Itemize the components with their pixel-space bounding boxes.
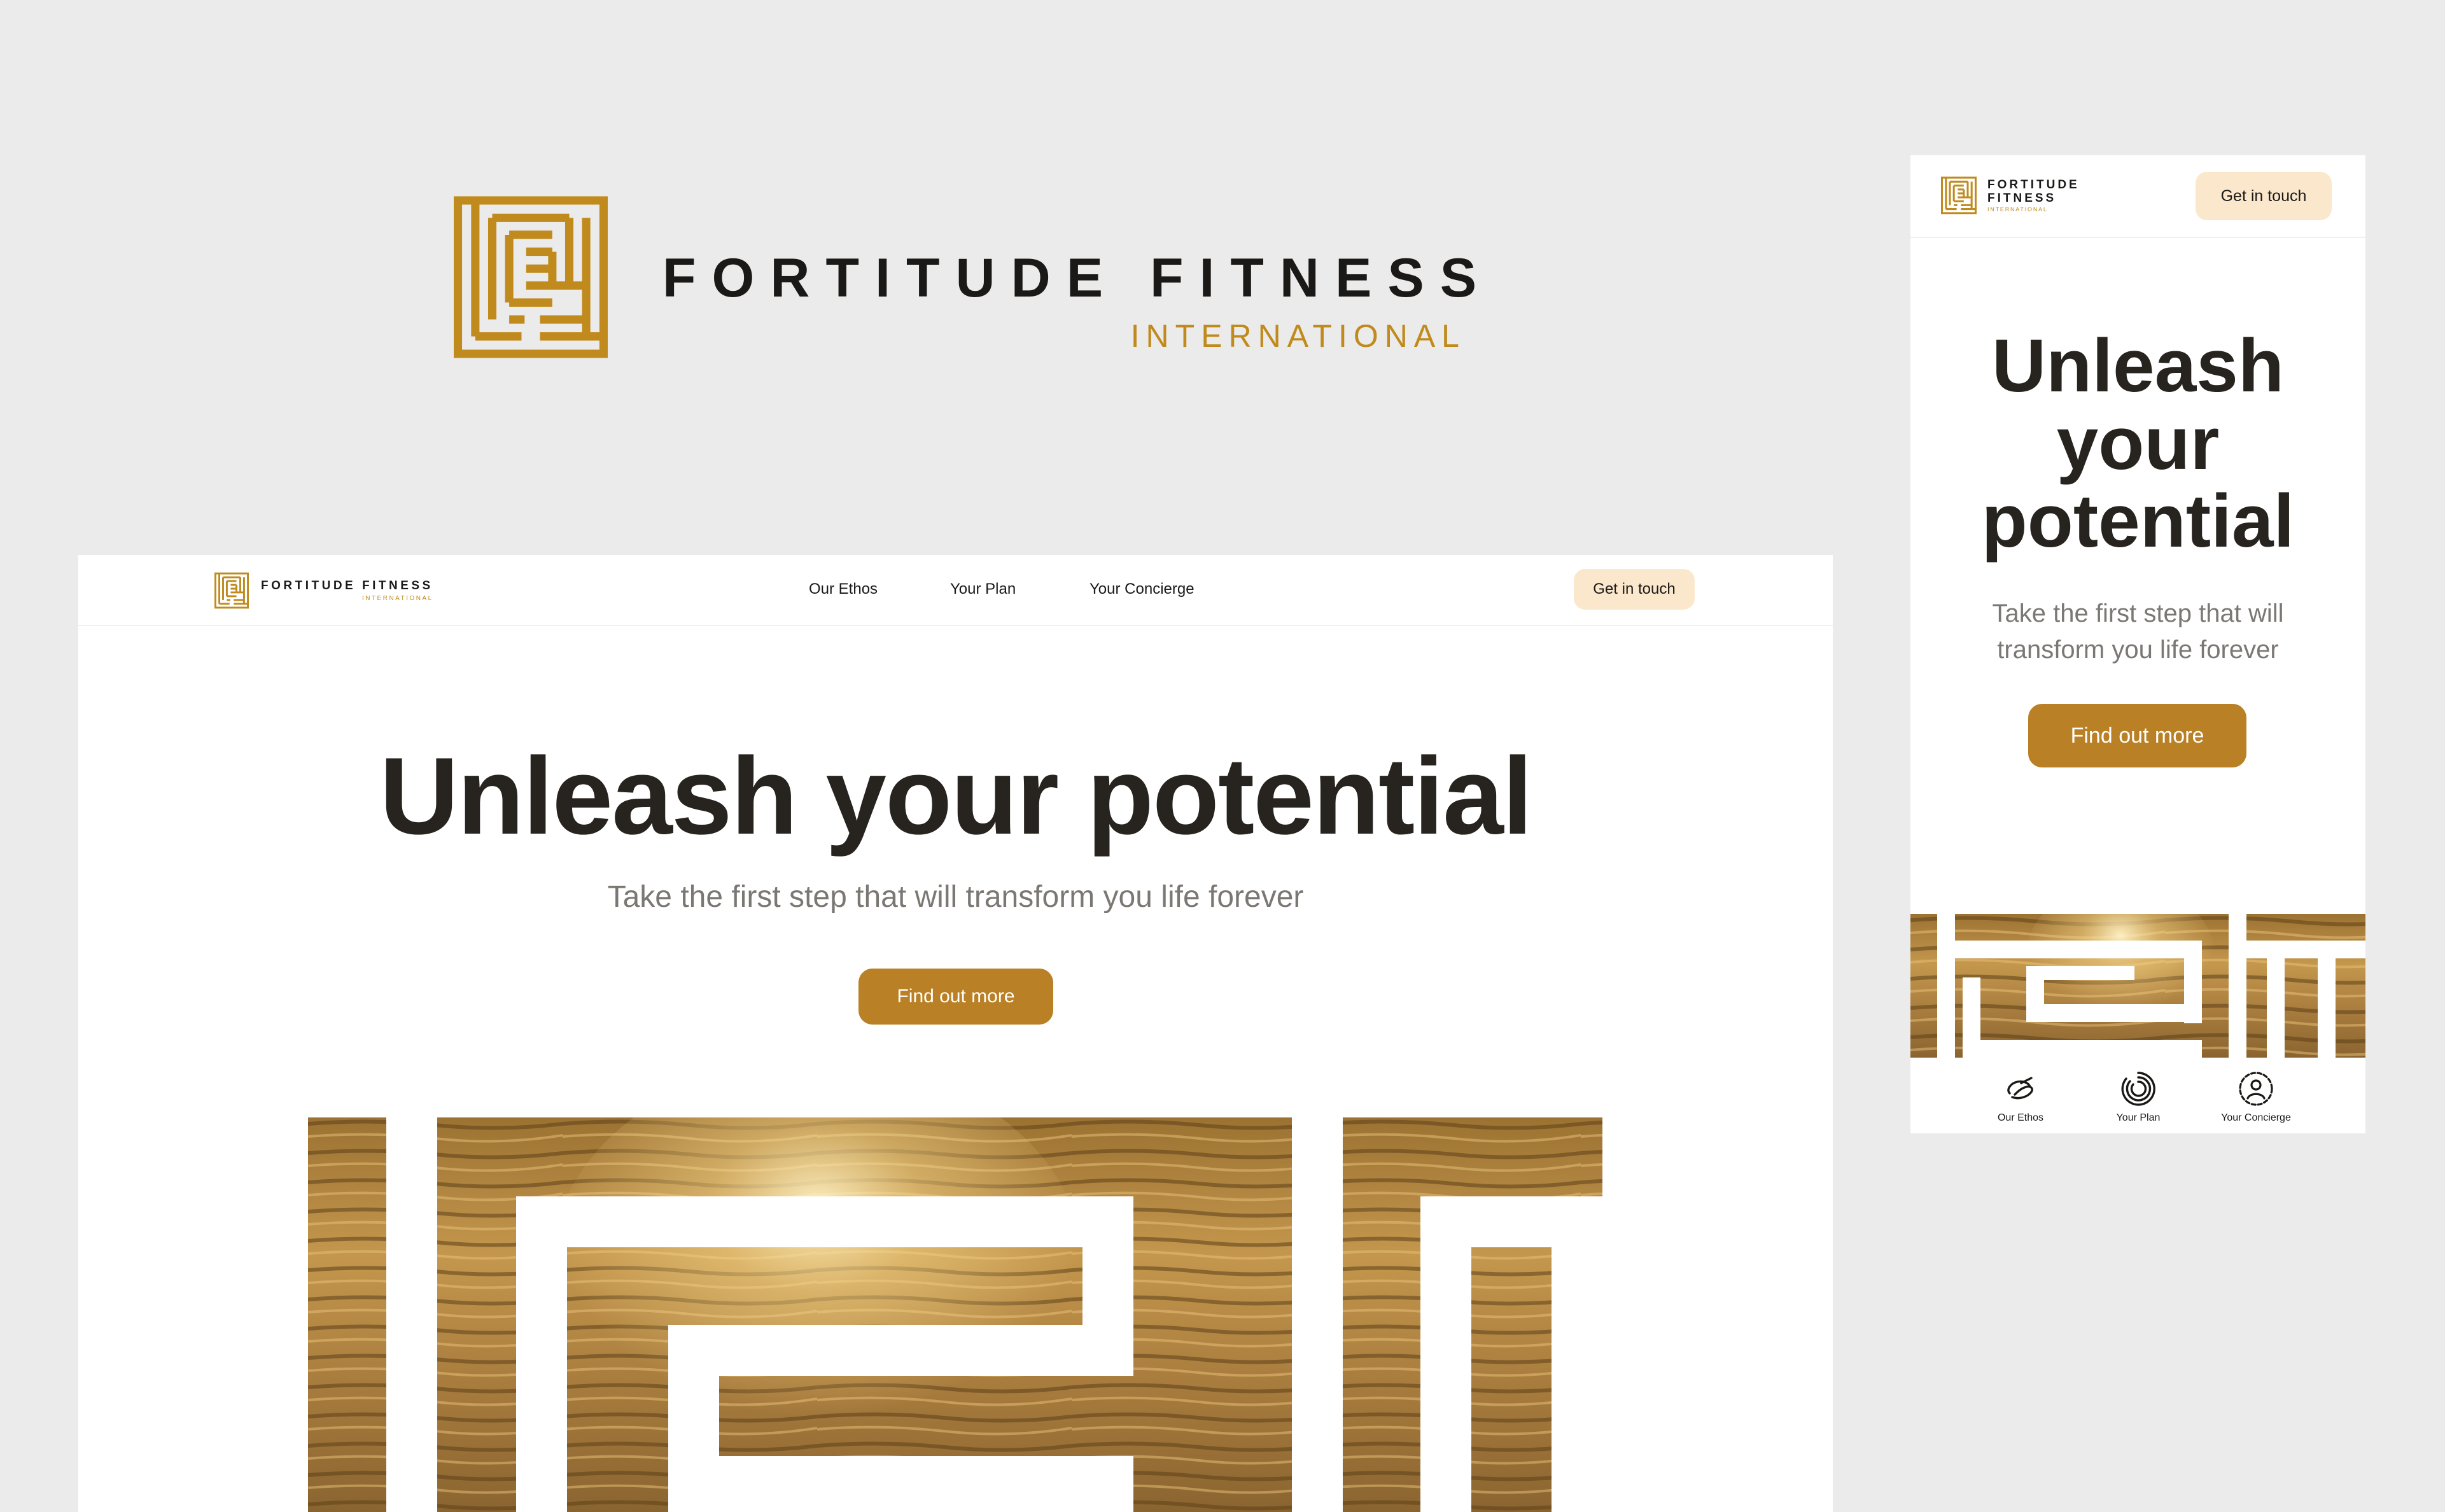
brand-subtitle: INTERNATIONAL — [1130, 318, 1466, 354]
nav-link-our-ethos[interactable]: Our Ethos — [809, 580, 878, 598]
fortitude-maze-logo-icon — [1941, 176, 1977, 214]
tab-label: Your Concierge — [2221, 1112, 2291, 1123]
mobile-logo[interactable]: FORTITUDE FITNESS INTERNATIONAL — [1941, 176, 2080, 214]
tab-your-concierge[interactable]: Your Concierge — [2205, 1070, 2307, 1124]
hero-image — [1910, 914, 2365, 1058]
logo-name-line1: FORTITUDE — [1987, 178, 2080, 192]
find-out-more-button[interactable]: Find out more — [2028, 704, 2246, 767]
nav-link-your-concierge[interactable]: Your Concierge — [1089, 580, 1194, 598]
desktop-mockup: FORTITUDE FITNESS INTERNATIONAL Our Etho… — [78, 555, 1833, 1512]
mobile-navbar: FORTITUDE FITNESS INTERNATIONAL Get in t… — [1910, 155, 2365, 238]
tab-your-plan[interactable]: Your Plan — [2087, 1070, 2189, 1124]
mobile-tab-bar: Our Ethos Your Plan Your Concierge — [1910, 1058, 2365, 1133]
nav-link-your-plan[interactable]: Your Plan — [950, 580, 1016, 598]
concierge-person-icon — [2238, 1070, 2274, 1107]
hero-subtitle: Take the first step that will transform … — [607, 880, 1304, 914]
tab-our-ethos[interactable]: Our Ethos — [1970, 1070, 2071, 1124]
logo-name-line2: FITNESS — [1987, 192, 2057, 205]
hero-subtitle: Take the first step that will transform … — [1992, 599, 2284, 664]
get-in-touch-button[interactable]: Get in touch — [1574, 569, 1695, 610]
hero-image — [308, 1117, 1602, 1512]
logo-name: FORTITUDE FITNESS — [261, 579, 433, 592]
desktop-navbar: FORTITUDE FITNESS INTERNATIONAL Our Etho… — [78, 555, 1833, 626]
get-in-touch-button[interactable]: Get in touch — [2196, 172, 2332, 220]
hero-title: Unleash your potential — [379, 735, 1532, 857]
find-out-more-button[interactable]: Find out more — [858, 969, 1053, 1025]
fortitude-maze-logo-icon — [214, 572, 249, 609]
mobile-mockup: FORTITUDE FITNESS INTERNATIONAL Get in t… — [1910, 155, 2365, 1133]
fortitude-maze-logo-icon — [454, 196, 608, 358]
tab-label: Our Ethos — [1997, 1112, 2044, 1123]
brand-lockup: FORTITUDE FITNESS INTERNATIONAL — [454, 196, 1476, 358]
tab-label: Your Plan — [2116, 1112, 2161, 1123]
brand-name: FORTITUDE FITNESS — [662, 248, 1493, 309]
plan-spiral-icon — [2120, 1070, 2157, 1107]
hero-title: Unleash your potential — [1981, 324, 2295, 563]
desktop-logo[interactable]: FORTITUDE FITNESS INTERNATIONAL — [214, 572, 433, 609]
ethos-icon — [2002, 1070, 2039, 1107]
logo-subtitle: INTERNATIONAL — [361, 595, 433, 602]
logo-subtitle: INTERNATIONAL — [1987, 206, 2048, 213]
